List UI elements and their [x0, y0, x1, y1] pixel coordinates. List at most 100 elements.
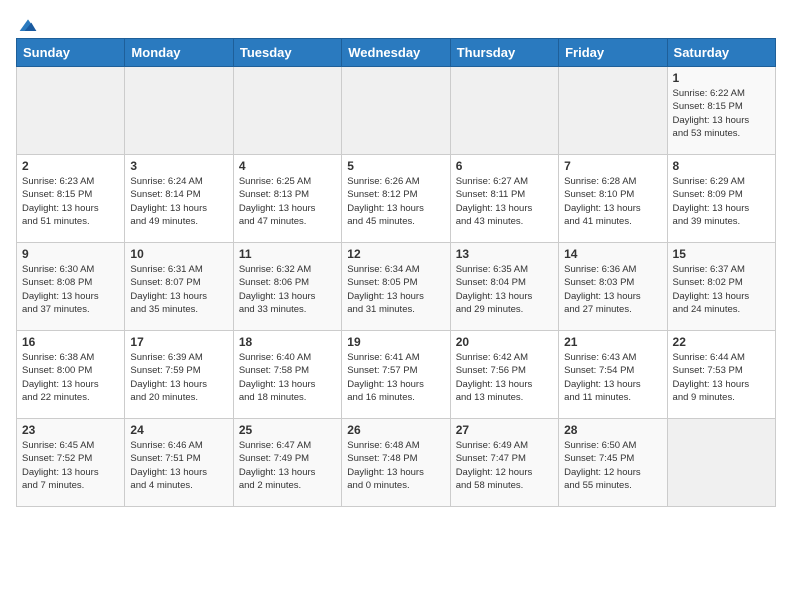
day-number: 24 [130, 423, 227, 437]
calendar-cell: 6 Sunrise: 6:27 AM Sunset: 8:11 PM Daylig… [450, 155, 558, 243]
calendar-cell: 5 Sunrise: 6:26 AM Sunset: 8:12 PM Daylig… [342, 155, 450, 243]
calendar-week-3: 9 Sunrise: 6:30 AM Sunset: 8:08 PM Daylig… [17, 243, 776, 331]
day-info: Sunrise: 6:37 AM Sunset: 8:02 PM Dayligh… [673, 263, 770, 316]
day-info: Sunrise: 6:35 AM Sunset: 8:04 PM Dayligh… [456, 263, 553, 316]
calendar-week-1: 1 Sunrise: 6:22 AM Sunset: 8:15 PM Daylig… [17, 67, 776, 155]
day-info: Sunrise: 6:44 AM Sunset: 7:53 PM Dayligh… [673, 351, 770, 404]
calendar-cell [125, 67, 233, 155]
calendar-cell: 9 Sunrise: 6:30 AM Sunset: 8:08 PM Daylig… [17, 243, 125, 331]
calendar-cell: 1 Sunrise: 6:22 AM Sunset: 8:15 PM Daylig… [667, 67, 775, 155]
day-number: 13 [456, 247, 553, 261]
calendar-cell: 22 Sunrise: 6:44 AM Sunset: 7:53 PM Dayli… [667, 331, 775, 419]
day-number: 19 [347, 335, 444, 349]
day-number: 21 [564, 335, 661, 349]
day-info: Sunrise: 6:50 AM Sunset: 7:45 PM Dayligh… [564, 439, 661, 492]
day-number: 20 [456, 335, 553, 349]
calendar-cell: 20 Sunrise: 6:42 AM Sunset: 7:56 PM Dayli… [450, 331, 558, 419]
calendar-cell: 15 Sunrise: 6:37 AM Sunset: 8:02 PM Dayli… [667, 243, 775, 331]
day-info: Sunrise: 6:27 AM Sunset: 8:11 PM Dayligh… [456, 175, 553, 228]
day-number: 17 [130, 335, 227, 349]
day-info: Sunrise: 6:32 AM Sunset: 8:06 PM Dayligh… [239, 263, 336, 316]
calendar-cell: 3 Sunrise: 6:24 AM Sunset: 8:14 PM Daylig… [125, 155, 233, 243]
calendar-cell: 14 Sunrise: 6:36 AM Sunset: 8:03 PM Dayli… [559, 243, 667, 331]
day-number: 2 [22, 159, 119, 173]
calendar-cell: 28 Sunrise: 6:50 AM Sunset: 7:45 PM Dayli… [559, 419, 667, 507]
day-number: 8 [673, 159, 770, 173]
calendar-cell: 16 Sunrise: 6:38 AM Sunset: 8:00 PM Dayli… [17, 331, 125, 419]
day-number: 27 [456, 423, 553, 437]
calendar-cell: 13 Sunrise: 6:35 AM Sunset: 8:04 PM Dayli… [450, 243, 558, 331]
day-info: Sunrise: 6:29 AM Sunset: 8:09 PM Dayligh… [673, 175, 770, 228]
day-info: Sunrise: 6:38 AM Sunset: 8:00 PM Dayligh… [22, 351, 119, 404]
day-info: Sunrise: 6:45 AM Sunset: 7:52 PM Dayligh… [22, 439, 119, 492]
day-info: Sunrise: 6:25 AM Sunset: 8:13 PM Dayligh… [239, 175, 336, 228]
calendar-week-5: 23 Sunrise: 6:45 AM Sunset: 7:52 PM Dayli… [17, 419, 776, 507]
day-info: Sunrise: 6:26 AM Sunset: 8:12 PM Dayligh… [347, 175, 444, 228]
day-info: Sunrise: 6:31 AM Sunset: 8:07 PM Dayligh… [130, 263, 227, 316]
day-number: 25 [239, 423, 336, 437]
day-number: 15 [673, 247, 770, 261]
weekday-header-friday: Friday [559, 39, 667, 67]
calendar-cell [559, 67, 667, 155]
day-number: 10 [130, 247, 227, 261]
calendar-week-4: 16 Sunrise: 6:38 AM Sunset: 8:00 PM Dayli… [17, 331, 776, 419]
day-info: Sunrise: 6:34 AM Sunset: 8:05 PM Dayligh… [347, 263, 444, 316]
calendar-cell: 8 Sunrise: 6:29 AM Sunset: 8:09 PM Daylig… [667, 155, 775, 243]
calendar-table: SundayMondayTuesdayWednesdayThursdayFrid… [16, 38, 776, 507]
calendar-cell: 4Sunrise: 6:25 AM Sunset: 8:13 PM Daylig… [233, 155, 341, 243]
day-number: 7 [564, 159, 661, 173]
calendar-cell [450, 67, 558, 155]
logo [16, 16, 38, 30]
day-number: 23 [22, 423, 119, 437]
day-info: Sunrise: 6:42 AM Sunset: 7:56 PM Dayligh… [456, 351, 553, 404]
day-info: Sunrise: 6:30 AM Sunset: 8:08 PM Dayligh… [22, 263, 119, 316]
calendar-cell: 7 Sunrise: 6:28 AM Sunset: 8:10 PM Daylig… [559, 155, 667, 243]
calendar-cell: 23 Sunrise: 6:45 AM Sunset: 7:52 PM Dayli… [17, 419, 125, 507]
day-number: 11 [239, 247, 336, 261]
calendar-cell: 2 Sunrise: 6:23 AM Sunset: 8:15 PM Daylig… [17, 155, 125, 243]
day-info: Sunrise: 6:39 AM Sunset: 7:59 PM Dayligh… [130, 351, 227, 404]
calendar-cell: 10 Sunrise: 6:31 AM Sunset: 8:07 PM Dayli… [125, 243, 233, 331]
calendar-cell: 18 Sunrise: 6:40 AM Sunset: 7:58 PM Dayli… [233, 331, 341, 419]
day-number: 28 [564, 423, 661, 437]
weekday-header-row: SundayMondayTuesdayWednesdayThursdayFrid… [17, 39, 776, 67]
calendar-cell: 25 Sunrise: 6:47 AM Sunset: 7:49 PM Dayli… [233, 419, 341, 507]
weekday-header-sunday: Sunday [17, 39, 125, 67]
day-info: Sunrise: 6:46 AM Sunset: 7:51 PM Dayligh… [130, 439, 227, 492]
day-number: 9 [22, 247, 119, 261]
day-number: 16 [22, 335, 119, 349]
day-info: Sunrise: 6:40 AM Sunset: 7:58 PM Dayligh… [239, 351, 336, 404]
day-info: Sunrise: 6:48 AM Sunset: 7:48 PM Dayligh… [347, 439, 444, 492]
day-info: Sunrise: 6:47 AM Sunset: 7:49 PM Dayligh… [239, 439, 336, 492]
day-info: Sunrise: 6:23 AM Sunset: 8:15 PM Dayligh… [22, 175, 119, 228]
calendar-cell [233, 67, 341, 155]
calendar-cell: 21Sunrise: 6:43 AM Sunset: 7:54 PM Dayli… [559, 331, 667, 419]
day-number: 22 [673, 335, 770, 349]
calendar-cell: 24 Sunrise: 6:46 AM Sunset: 7:51 PM Dayli… [125, 419, 233, 507]
day-number: 1 [673, 71, 770, 85]
page-header [16, 16, 776, 30]
calendar-cell: 12 Sunrise: 6:34 AM Sunset: 8:05 PM Dayli… [342, 243, 450, 331]
day-number: 14 [564, 247, 661, 261]
day-info: Sunrise: 6:28 AM Sunset: 8:10 PM Dayligh… [564, 175, 661, 228]
day-number: 18 [239, 335, 336, 349]
calendar-cell [667, 419, 775, 507]
logo-icon [18, 16, 38, 36]
calendar-cell: 11 Sunrise: 6:32 AM Sunset: 8:06 PM Dayli… [233, 243, 341, 331]
calendar-cell [342, 67, 450, 155]
calendar-cell: 19 Sunrise: 6:41 AM Sunset: 7:57 PM Dayli… [342, 331, 450, 419]
day-info: Sunrise: 6:36 AM Sunset: 8:03 PM Dayligh… [564, 263, 661, 316]
day-info: Sunrise: 6:22 AM Sunset: 8:15 PM Dayligh… [673, 87, 770, 140]
day-number: 6 [456, 159, 553, 173]
day-number: 3 [130, 159, 227, 173]
day-number: 26 [347, 423, 444, 437]
calendar-week-2: 2 Sunrise: 6:23 AM Sunset: 8:15 PM Daylig… [17, 155, 776, 243]
day-number: 12 [347, 247, 444, 261]
day-info: Sunrise: 6:41 AM Sunset: 7:57 PM Dayligh… [347, 351, 444, 404]
weekday-header-wednesday: Wednesday [342, 39, 450, 67]
weekday-header-saturday: Saturday [667, 39, 775, 67]
day-number: 5 [347, 159, 444, 173]
calendar-cell: 27 Sunrise: 6:49 AM Sunset: 7:47 PM Dayli… [450, 419, 558, 507]
day-info: Sunrise: 6:24 AM Sunset: 8:14 PM Dayligh… [130, 175, 227, 228]
day-info: Sunrise: 6:49 AM Sunset: 7:47 PM Dayligh… [456, 439, 553, 492]
